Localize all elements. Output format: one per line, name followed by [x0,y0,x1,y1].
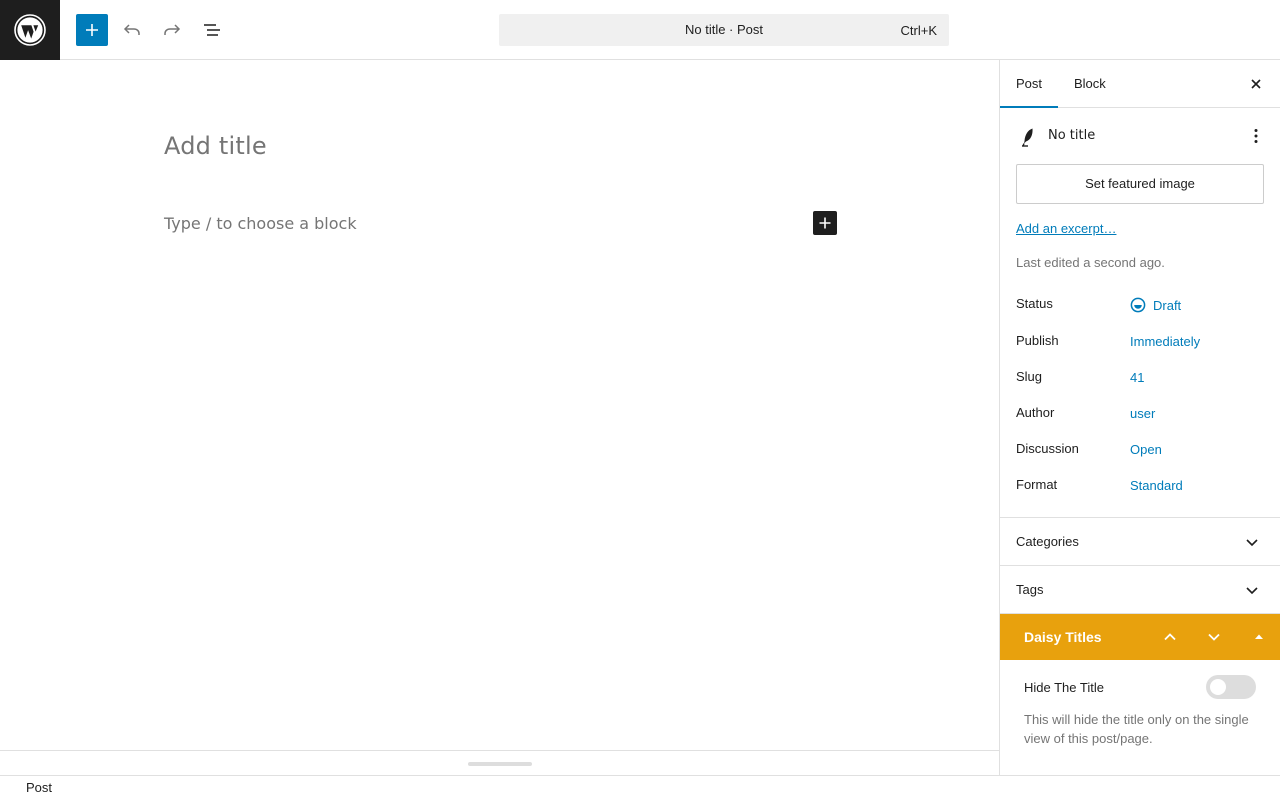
plus-icon [819,217,831,229]
tags-panel-toggle[interactable]: Tags [1000,566,1280,614]
block-inserter-button[interactable] [813,211,837,235]
categories-label: Categories [1016,534,1079,549]
collapse-panel-button[interactable] [1249,627,1269,647]
status-value-button[interactable]: Draft [1130,297,1181,313]
author-label: Author [1016,405,1055,420]
discussion-value-button[interactable]: Open [1130,442,1162,457]
status-label: Status [1016,296,1053,311]
add-excerpt-link[interactable]: Add an excerpt… [1016,221,1116,236]
last-edited-text: Last edited a second ago. [1016,255,1165,270]
daisy-titles-body: Hide The Title This will hide the title … [1000,660,1280,775]
format-value-button[interactable]: Standard [1130,478,1183,493]
block-breadcrumb-bar: Post [0,775,1280,800]
categories-panel-toggle[interactable]: Categories [1000,518,1280,566]
status-value-text: Draft [1153,298,1182,313]
hide-title-toggle[interactable] [1206,675,1256,699]
command-palette-button[interactable]: No title · Post Ctrl+K [499,14,949,46]
breadcrumb-item-post[interactable]: Post [26,776,52,800]
chevron-down-icon [1246,587,1258,595]
list-view-icon [204,24,220,36]
document-title: No title · Post [684,22,764,37]
chevron-down-icon [1208,633,1220,641]
triangle-up-icon [1255,634,1263,639]
tab-post[interactable]: Post [1000,60,1059,108]
toggle-block-inserter-button[interactable] [76,14,108,46]
move-down-button[interactable] [1204,627,1224,647]
slug-value-button[interactable]: 41 [1130,370,1144,385]
settings-sidebar: Post Block No title Set featured image A… [999,60,1280,775]
redo-button[interactable] [156,14,188,46]
chevron-down-icon [1246,539,1258,547]
redo-icon [164,24,181,35]
post-feather-icon [1022,128,1033,147]
command-shortcut: Ctrl+K [900,23,937,38]
author-value-button[interactable]: user [1130,406,1155,421]
set-featured-image-button[interactable]: Set featured image [1016,164,1264,204]
format-label: Format [1016,477,1058,492]
hide-title-help-text: This will hide the title only on the sin… [1024,712,1249,746]
tab-block[interactable]: Block [1058,60,1122,107]
daisy-titles-heading: Daisy Titles [1024,629,1102,645]
close-icon [1251,79,1261,89]
undo-button[interactable] [116,14,148,46]
document-overview-button[interactable] [196,14,228,46]
wordpress-icon [14,14,46,46]
slug-label: Slug [1016,369,1043,384]
chevron-up-icon [1164,633,1176,641]
close-settings-button[interactable] [1240,68,1272,100]
hide-title-label: Hide The Title [1024,680,1104,695]
sidebar-tabs: Post Block [1000,60,1280,108]
resize-handle[interactable] [468,762,532,766]
toggle-knob [1210,679,1226,695]
tags-label: Tags [1016,582,1044,597]
move-up-button[interactable] [1160,627,1180,647]
post-card-title: No title [1048,128,1096,143]
post-title-input[interactable]: Add title [164,132,267,160]
post-actions-menu-button[interactable] [1244,124,1268,148]
editor-header: No title · Post Ctrl+K [0,0,1280,60]
undo-icon [123,24,140,35]
plus-icon [86,24,98,36]
publish-value-button[interactable]: Immediately [1130,334,1200,349]
post-summary-panel: No title Set featured image Add an excer… [1000,108,1280,518]
draft-status-icon [1130,297,1146,313]
meta-boxes-resize-area [0,750,999,775]
wordpress-logo-button[interactable] [0,0,60,60]
more-vertical-icon [1254,129,1258,143]
discussion-label: Discussion [1016,441,1079,456]
daisy-titles-metabox-header[interactable]: Daisy Titles [1000,614,1280,660]
default-block-appender[interactable]: Type / to choose a block [164,214,357,233]
publish-label: Publish [1016,333,1059,348]
editor-canvas: Add title Type / to choose a block [0,60,999,750]
